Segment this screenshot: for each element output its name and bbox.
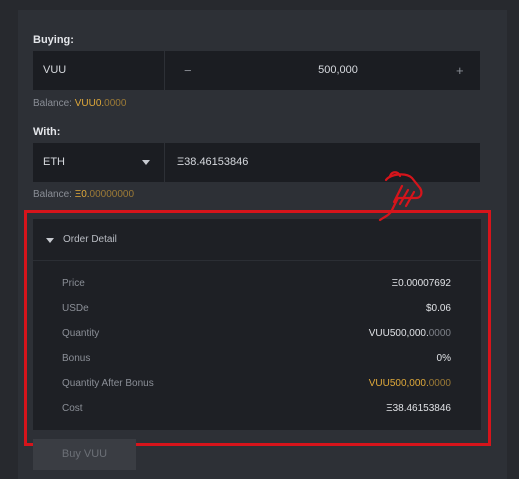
with-balance: Balance: Ξ0.00000000 [33,189,134,200]
buying-row: VUU − 500,000 + [33,51,480,90]
balance-label: Balance: [33,189,75,200]
buying-label: Buying: [33,34,74,46]
buying-token: VUU [43,64,67,76]
divider [164,143,165,182]
buying-amount-input[interactable]: 500,000 [283,51,393,90]
with-label: With: [33,126,61,138]
balance-label: Balance: [33,98,75,109]
balance-value: VUU0. [74,98,105,109]
divider [164,51,165,90]
chevron-down-icon[interactable] [142,160,150,165]
buying-balance: Balance: VUU0.0000 [33,98,126,109]
balance-value: Ξ0. [74,189,90,200]
increment-button[interactable]: + [456,51,464,90]
balance-decimals: 00000000 [89,189,135,200]
highlight-frame [24,210,491,446]
decrement-button[interactable]: − [184,51,192,90]
balance-decimals: 0000 [104,98,127,109]
with-amount-input[interactable]: Ξ38.46153846 [177,143,248,182]
currency-select[interactable]: ETH [43,143,65,182]
buy-button[interactable]: Buy VUU [33,439,136,470]
pointing-hand-icon [378,171,423,222]
